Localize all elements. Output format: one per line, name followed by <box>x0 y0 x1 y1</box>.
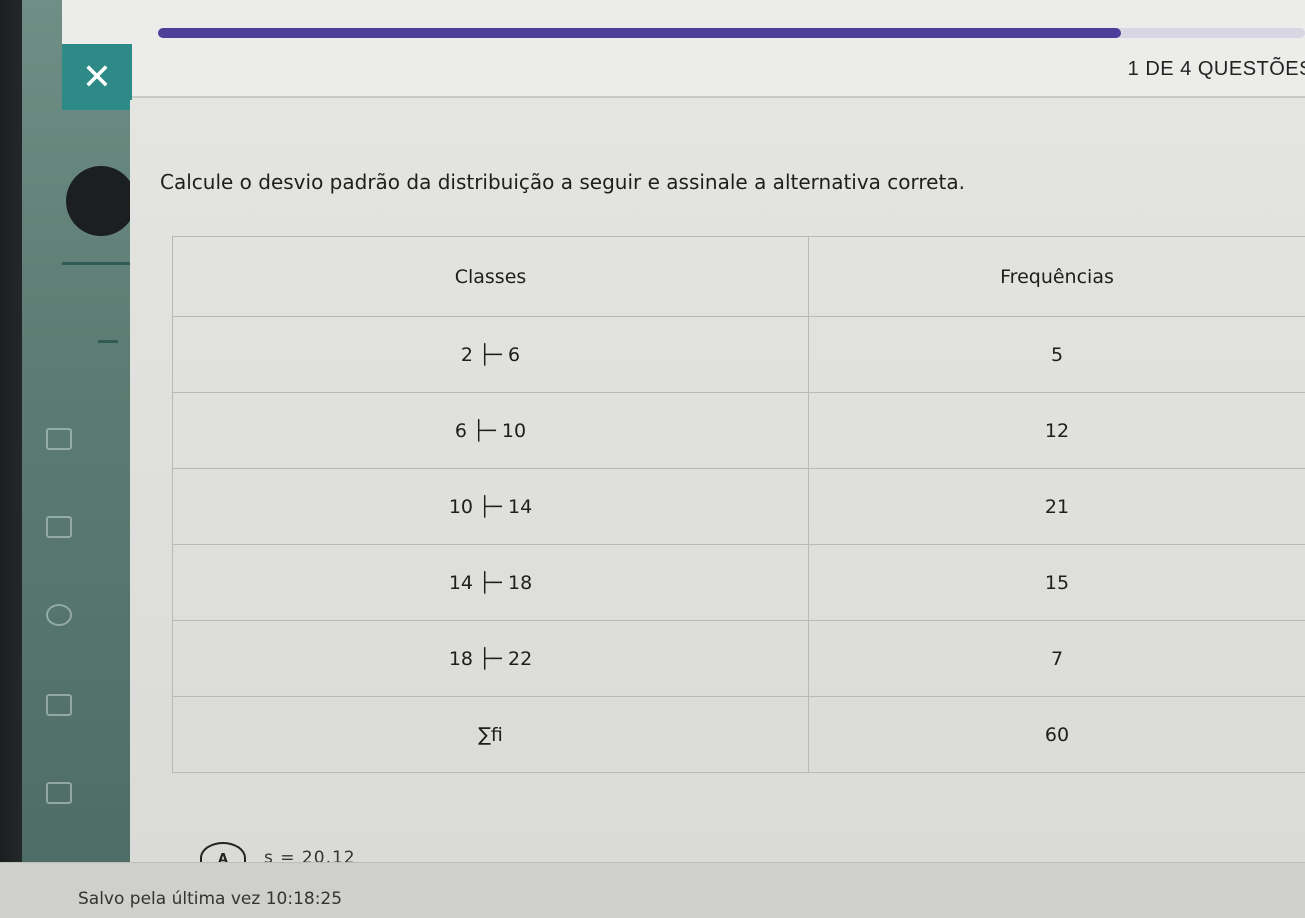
sum-value-cell: 60 <box>808 696 1305 773</box>
left-sidebar <box>22 0 130 862</box>
table-header-row: Classes Frequências <box>172 236 1305 317</box>
frequency-cell: 12 <box>808 392 1305 469</box>
class-cell: 6 ├─ 10 <box>172 392 809 469</box>
table-total-row: ∑fi 60 <box>172 696 1305 773</box>
close-button[interactable]: ✕ <box>62 44 132 110</box>
header-bar: ✕ 1 DE 4 QUESTÕES <box>62 0 1305 110</box>
column-header-classes: Classes <box>172 236 809 317</box>
frequency-cell: 7 <box>808 620 1305 697</box>
class-cell: 10 ├─ 14 <box>172 468 809 545</box>
close-icon: ✕ <box>81 56 113 98</box>
footer-bar: Salvo pela última vez 10:18:25 <box>0 862 1305 918</box>
sidebar-avatar <box>66 166 136 236</box>
sidebar-calendar-icon[interactable] <box>46 694 72 716</box>
sidebar-users-icon[interactable] <box>46 604 72 626</box>
question-prompt: Calcule o desvio padrão da distribuição … <box>160 170 965 194</box>
class-cell: 2 ├─ 6 <box>172 316 809 393</box>
table-row: 6 ├─ 10 12 <box>172 392 1305 469</box>
table-row: 14 ├─ 18 15 <box>172 544 1305 621</box>
class-cell: 18 ├─ 22 <box>172 620 809 697</box>
question-counter: 1 DE 4 QUESTÕES <box>1127 58 1305 80</box>
sum-label-cell: ∑fi <box>172 696 809 773</box>
frequency-table: Classes Frequências 2 ├─ 6 5 6 ├─ 10 12 … <box>172 236 1305 773</box>
last-saved-label: Salvo pela última vez 10:18:25 <box>78 889 343 909</box>
table-row: 10 ├─ 14 21 <box>172 468 1305 545</box>
sidebar-grid-icon[interactable] <box>46 428 72 450</box>
frequency-cell: 15 <box>808 544 1305 621</box>
progress-bar <box>158 28 1305 38</box>
sidebar-divider <box>98 340 118 343</box>
class-cell: 14 ├─ 18 <box>172 544 809 621</box>
sidebar-mail-icon[interactable] <box>46 782 72 804</box>
frequency-cell: 21 <box>808 468 1305 545</box>
table-row: 2 ├─ 6 5 <box>172 316 1305 393</box>
sidebar-divider <box>62 262 130 265</box>
progress-bar-fill <box>158 28 1122 38</box>
column-header-frequencies: Frequências <box>808 236 1305 317</box>
screen: ✕ 1 DE 4 QUESTÕES Calcule o desvio padrã… <box>0 0 1305 918</box>
sidebar-document-icon[interactable] <box>46 516 72 538</box>
frequency-cell: 5 <box>808 316 1305 393</box>
table-row: 18 ├─ 22 7 <box>172 620 1305 697</box>
